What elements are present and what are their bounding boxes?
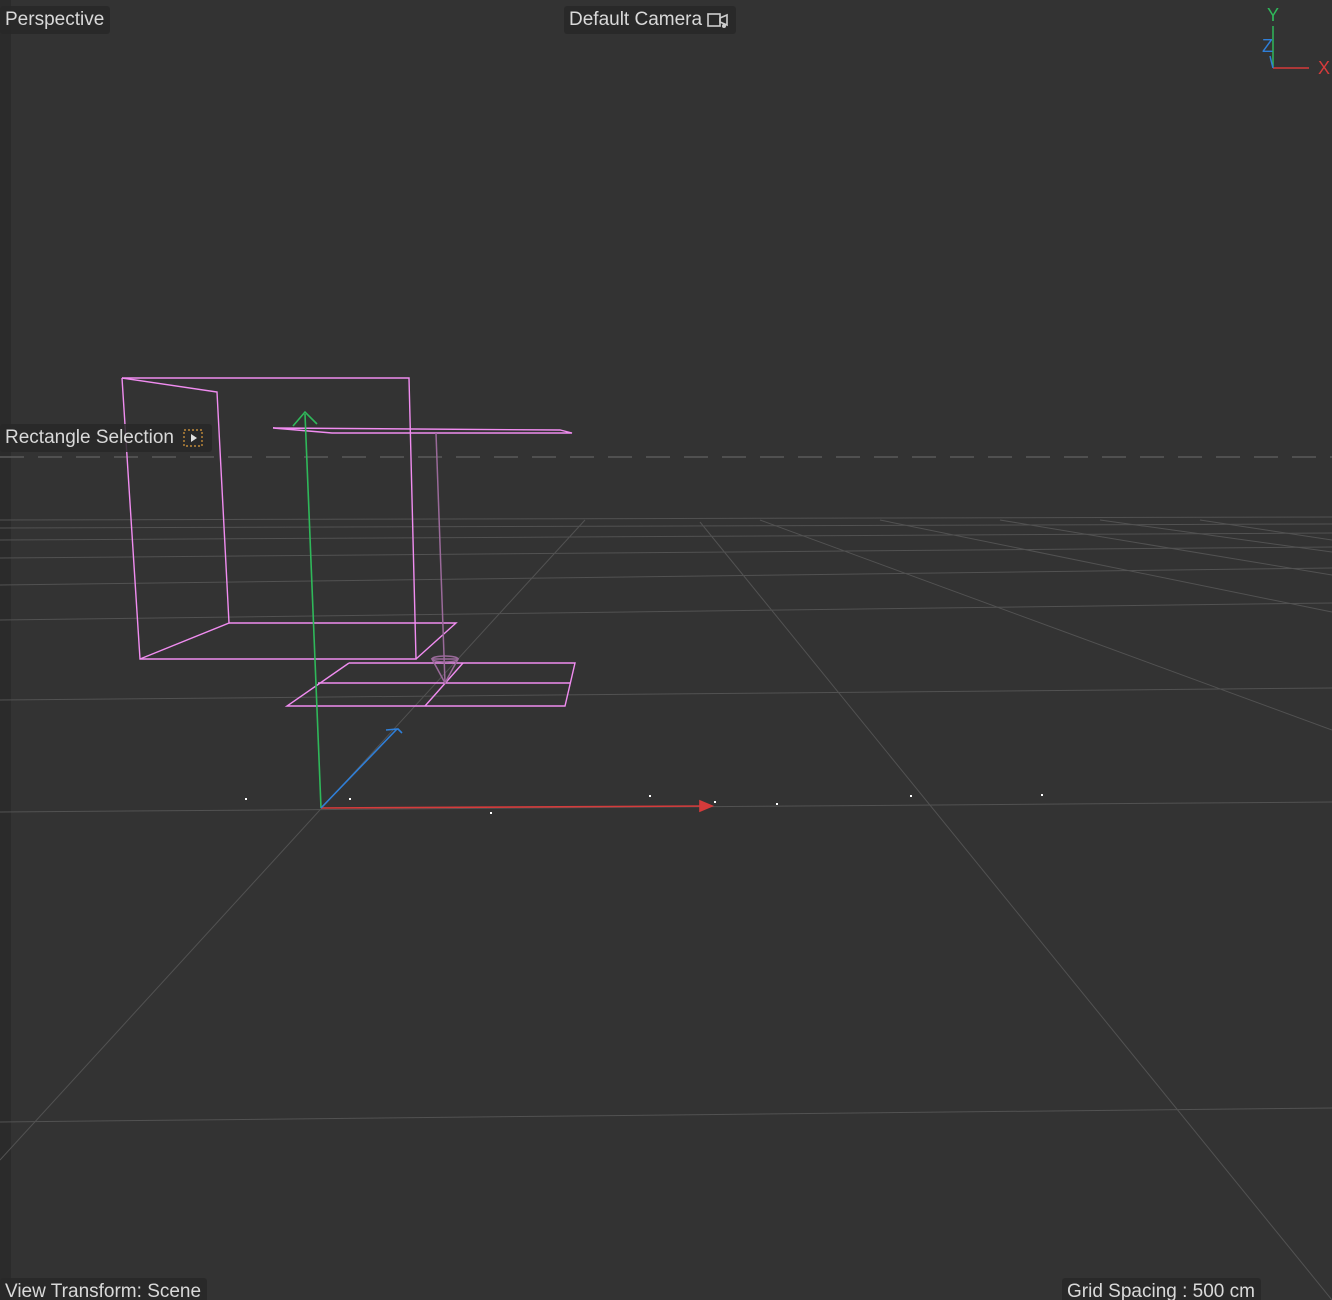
axis-x-label: X xyxy=(1318,58,1331,78)
view-transform-label: View Transform: Scene xyxy=(0,1278,208,1300)
scene-canvas[interactable] xyxy=(0,0,1332,1300)
active-tool-label[interactable]: Rectangle Selection xyxy=(0,424,212,452)
rectangle-selection-icon xyxy=(183,429,203,447)
axis-z-label: Z xyxy=(1262,36,1273,56)
viewport-3d[interactable]: Perspective Default Camera Rectangle Sel… xyxy=(0,0,1332,1300)
axis-gizmo xyxy=(1269,26,1309,69)
tool-name: Rectangle Selection xyxy=(5,427,174,448)
axis-y-label: Y xyxy=(1267,5,1280,25)
camera-name: Default Camera xyxy=(569,9,703,30)
light-object xyxy=(430,432,460,685)
camera-menu[interactable]: Default Camera xyxy=(564,6,737,34)
view-name-label[interactable]: Perspective xyxy=(0,6,111,34)
camera-icon xyxy=(707,13,728,28)
grid-spacing-label: Grid Spacing : 500 cm xyxy=(1062,1278,1261,1300)
